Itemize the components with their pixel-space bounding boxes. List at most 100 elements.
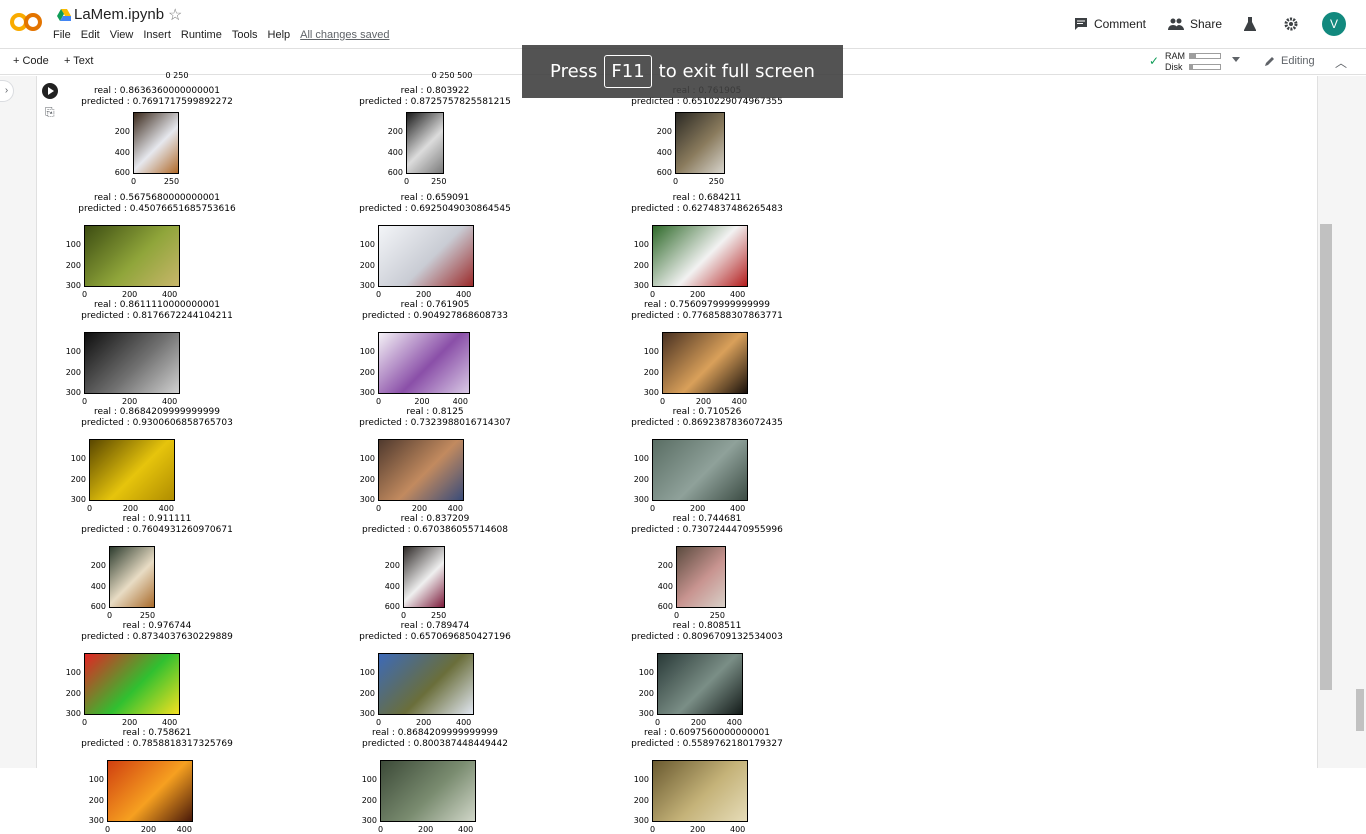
menu-edit[interactable]: Edit [81,29,100,41]
x-tick-label: 400 [162,718,178,727]
x-tick-label: 200 [122,718,138,727]
y-tick-label: 200 [657,561,673,571]
y-tick-label: 300 [633,280,649,290]
x-tick-label: 0 [376,397,382,406]
menu-view[interactable]: View [110,29,134,41]
colab-logo[interactable] [10,10,42,34]
y-tick-label: 300 [359,708,375,718]
star-icon[interactable]: ☆ [168,5,182,25]
avatar[interactable]: V [1322,12,1346,36]
add-text-button[interactable]: + Text [64,55,93,67]
sample-image [84,332,180,394]
people-icon [1167,18,1184,30]
result-plot: real : 0.789474 predicted : 0.65706968504… [355,621,515,727]
sample-image [380,760,476,822]
output-menu-icon[interactable]: ⎘ [45,105,55,120]
y-tick-label: 200 [633,795,649,805]
resource-monitor[interactable]: RAM Disk [1165,51,1221,72]
y-tick-label: 200 [114,127,130,137]
real-score-label: real : 0.744681 [672,514,742,524]
x-tick-label: 200 [690,718,707,727]
predicted-score-label: predicted : 0.8725757825581215 [359,97,511,107]
x-tick-label: 0 [82,290,88,299]
x-tick-label: 0 [673,177,679,186]
y-tick-label: 100 [361,775,377,785]
x-tick-label: 250 [708,177,724,186]
partial-xticks-col2: 0 250 500 [412,71,492,83]
real-score-label: real : 0.5675680000000001 [93,193,220,203]
runtime-dropdown-icon[interactable] [1232,57,1240,62]
real-score-label: real : 0.659091 [400,193,470,203]
fullscreen-text-after: to exit full screen [658,61,815,82]
real-score-label: real : 0.758621 [122,728,192,738]
notebook-title[interactable]: LaMem.ipynb [74,6,164,23]
y-tick-label: 200 [359,688,375,698]
real-score-label: real : 0.911111 [122,514,192,524]
x-tick-label: 400 [731,397,747,406]
menu-file[interactable]: File [53,29,71,41]
pencil-icon [1265,57,1274,66]
menu-insert[interactable]: Insert [143,29,171,41]
partial-xticks-text: 0 250 500 [431,71,473,80]
sidebar-toggle-icon[interactable]: › [0,80,14,102]
x-tick-label: 400 [162,397,178,406]
x-tick-label: 0 [660,397,666,406]
menu-tools[interactable]: Tools [232,29,258,41]
save-status[interactable]: All changes saved [300,29,389,41]
f11-key: F11 [604,55,652,88]
ram-bar [1189,53,1221,59]
x-tick-label: 200 [418,825,434,834]
y-tick-label: 400 [387,147,403,157]
sample-image [378,225,474,287]
disk-bar [1189,64,1221,70]
experiments-button[interactable] [1244,17,1262,31]
result-plot: real : 0.808511 predicted : 0.80967091325… [627,621,787,727]
x-tick-label: 200 [122,397,138,406]
comment-button[interactable]: Comment [1074,17,1146,31]
y-tick-label: 400 [90,581,106,591]
x-tick-label: 400 [726,718,742,727]
y-tick-label: 100 [359,454,375,464]
y-tick-label: 100 [88,775,104,785]
y-tick-label: 300 [65,387,81,397]
x-tick-label: 0 [378,825,384,834]
disk-label: Disk [1165,62,1183,72]
share-button[interactable]: Share [1167,17,1222,31]
menu-help[interactable]: Help [268,29,291,41]
header-actions: Comment Share V [1052,12,1346,36]
result-plot: real : 0.911111 predicted : 0.76049312609… [77,514,237,620]
real-score-label: real : 0.837209 [400,514,470,524]
run-cell-button[interactable] [42,83,58,99]
real-score-label: real : 0.8684209999999999 [93,407,220,417]
header-bar: LaMem.ipynb ☆ File Edit View Insert Runt… [0,0,1366,48]
real-score-label: real : 0.684211 [672,193,742,203]
predicted-score-label: predicted : 0.7858818317325769 [81,739,233,749]
sample-image [378,439,464,501]
y-tick-label: 200 [656,127,672,137]
share-label: Share [1189,17,1222,31]
y-tick-label: 300 [65,708,81,718]
sample-image [662,332,748,394]
y-tick-label: 200 [633,260,649,270]
sample-image [133,112,179,174]
y-tick-label: 100 [638,668,654,678]
page-scrollbar-thumb[interactable] [1356,689,1364,731]
x-tick-label: 250 [431,611,447,620]
predicted-score-label: predicted : 0.7691717599892272 [81,97,233,107]
collapse-header-icon[interactable]: ︿ [1335,54,1347,71]
add-code-button[interactable]: + Code [13,55,49,67]
sample-image [378,653,474,715]
y-tick-label: 100 [70,454,86,464]
y-tick-label: 100 [359,240,375,250]
y-tick-label: 100 [359,668,375,678]
scrollbar-thumb[interactable] [1320,224,1332,690]
predicted-score-label: predicted : 0.8096709132534003 [631,632,783,642]
result-plot: real : 0.761905predicted : 0.65102290749… [627,86,787,191]
editing-mode-button[interactable]: Editing [1264,55,1315,67]
menu-runtime[interactable]: Runtime [181,29,222,41]
x-tick-label: 0 [650,290,656,299]
settings-button[interactable] [1284,17,1304,31]
predicted-score-label: predicted : 0.8176672244104211 [81,311,233,321]
y-tick-label: 100 [65,347,81,357]
result-plot: real : 0.659091 predicted : 0.69250490308… [355,193,515,299]
